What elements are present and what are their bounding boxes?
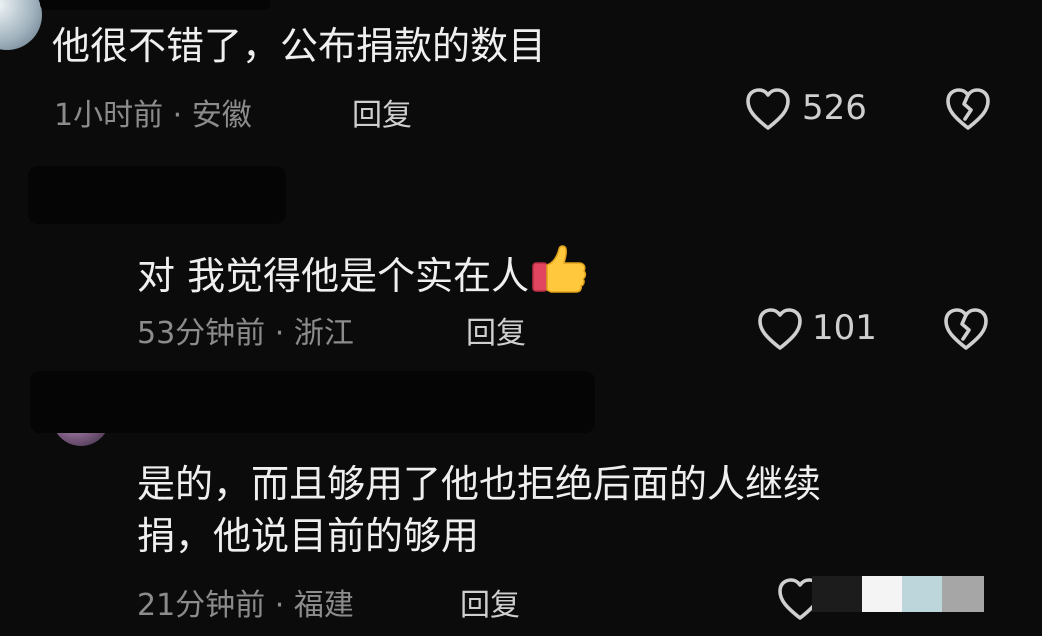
meta-separator: · [274,316,285,351]
comment-text-body: 对 我觉得他是个实在人 [137,254,530,298]
mosaic-block [812,576,862,612]
like-count: 101 [812,308,877,348]
thumbs-up-icon [531,243,589,306]
reply-button[interactable]: 回复 [352,90,412,134]
comment-text-line-2: 捐，他说目前的够用 [137,514,480,558]
mosaic-block [862,576,902,612]
meta-separator: · [172,98,183,133]
dislike-broken-heart-icon[interactable] [944,86,992,132]
comment-meta: 53分钟前 · 浙江 [137,308,354,352]
comment-location: 安徽 [191,98,252,133]
like-count: 526 [802,88,867,128]
mosaic-block [902,576,942,612]
meta-separator: · [274,588,285,623]
comment-text-line-1: 是的，而且够用了他也拒绝后面的人继续 [137,462,822,506]
dislike-broken-heart-icon[interactable] [942,306,990,352]
comment-location: 福建 [293,588,354,623]
comment-meta: 1小时前 · 安徽 [54,90,252,134]
redacted-username [30,371,595,433]
like-heart-icon[interactable] [756,306,804,352]
mosaic-block [942,576,984,612]
comment-text: 对 我觉得他是个实在人 [137,243,589,306]
comment-location: 浙江 [293,316,354,351]
comment-time: 1小时前 [54,98,164,133]
redacted-username [40,0,270,10]
like-heart-icon[interactable] [744,86,792,132]
reply-button[interactable]: 回复 [466,308,526,352]
comment-time: 21分钟前 [137,588,266,623]
comment-time: 53分钟前 [137,316,266,351]
avatar[interactable] [0,0,42,50]
comment-meta: 21分钟前 · 福建 [137,580,354,624]
reply-button[interactable]: 回复 [460,580,520,624]
comment-text: 他很不错了，公布捐款的数目 [52,24,547,68]
redacted-username [28,166,286,224]
